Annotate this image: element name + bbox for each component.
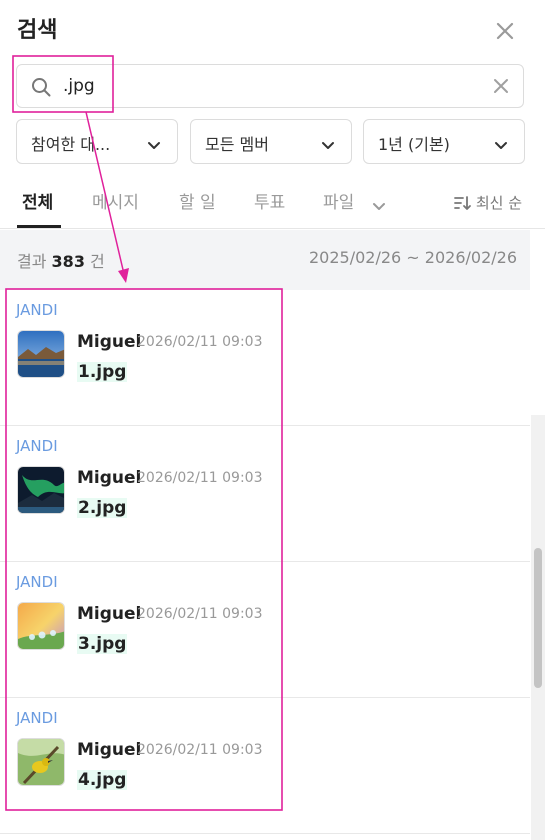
result-item[interactable]: JANDI Miguel 2026/02/11 09:03 4.jpg xyxy=(0,698,530,834)
timestamp: 2026/02/11 09:03 xyxy=(137,334,263,350)
result-item[interactable]: JANDI Miguel 2026/02/11 09:03 3.jpg xyxy=(0,562,530,698)
timestamp: 2026/02/11 09:03 xyxy=(137,470,263,486)
file-name[interactable]: 3.jpg xyxy=(77,634,128,654)
file-thumbnail[interactable] xyxy=(17,330,65,378)
search-icon xyxy=(31,77,51,101)
search-query[interactable]: .jpg xyxy=(63,76,95,96)
period-filter-label: 1년 (기본) xyxy=(378,135,450,154)
file-name[interactable]: 2.jpg xyxy=(77,498,128,518)
result-item[interactable]: JANDI Miguel 2026/02/11 09:03 1.jpg xyxy=(0,290,530,426)
page-title: 검색 xyxy=(17,18,58,43)
tab-all[interactable]: 전체 xyxy=(22,188,53,213)
member-filter-label: 모든 멤버 xyxy=(205,135,269,154)
timestamp: 2026/02/11 09:03 xyxy=(137,742,263,758)
team-name: JANDI xyxy=(16,709,58,727)
search-input[interactable]: .jpg xyxy=(16,64,524,108)
tab-files[interactable]: 파일 xyxy=(323,188,354,213)
tab-polls[interactable]: 투표 xyxy=(254,188,285,213)
sort-label: 최신 순 xyxy=(475,194,522,212)
chevron-down-icon xyxy=(321,136,335,155)
team-name: JANDI xyxy=(16,301,58,319)
active-tab-indicator xyxy=(17,225,61,228)
tab-messages[interactable]: 메시지 xyxy=(92,188,139,213)
file-name[interactable]: 1.jpg xyxy=(77,362,128,382)
sort-icon xyxy=(453,196,471,210)
search-header: 검색 xyxy=(0,0,545,60)
team-name: JANDI xyxy=(16,573,58,591)
author-name: Miguel xyxy=(77,740,142,760)
filter-bar: 참여한 대... 모든 멤버 1년 (기본) xyxy=(16,119,526,164)
result-summary: 결과 383 건 2025/02/26 ~ 2026/02/26 xyxy=(0,230,530,290)
clear-icon[interactable] xyxy=(491,76,511,100)
author-name: Miguel xyxy=(77,332,142,352)
file-thumbnail[interactable] xyxy=(17,602,65,650)
scrollbar[interactable] xyxy=(531,415,545,840)
tab-tasks[interactable]: 할 일 xyxy=(179,188,216,213)
result-count: 결과 383 건 xyxy=(17,252,105,271)
more-tabs-chevron-icon[interactable] xyxy=(372,197,386,216)
member-filter-dropdown[interactable]: 모든 멤버 xyxy=(190,119,352,164)
channel-filter-label: 참여한 대... xyxy=(31,135,111,154)
author-name: Miguel xyxy=(77,604,142,624)
sort-button[interactable]: 최신 순 xyxy=(453,192,522,213)
close-icon[interactable] xyxy=(490,16,520,46)
author-name: Miguel xyxy=(77,468,142,488)
date-range: 2025/02/26 ~ 2026/02/26 xyxy=(308,248,517,267)
chevron-down-icon xyxy=(494,136,508,155)
file-thumbnail[interactable] xyxy=(17,466,65,514)
scrollbar-thumb[interactable] xyxy=(534,548,542,688)
file-name[interactable]: 4.jpg xyxy=(77,770,128,790)
result-item[interactable]: JANDI Miguel 2026/02/11 09:03 2.jpg xyxy=(0,426,530,562)
chevron-down-icon xyxy=(147,136,161,155)
channel-filter-dropdown[interactable]: 참여한 대... xyxy=(16,119,178,164)
period-filter-dropdown[interactable]: 1년 (기본) xyxy=(363,119,525,164)
result-tabs: 전체 메시지 할 일 투표 파일 최신 순 xyxy=(0,180,545,229)
file-thumbnail[interactable] xyxy=(17,738,65,786)
timestamp: 2026/02/11 09:03 xyxy=(137,606,263,622)
team-name: JANDI xyxy=(16,437,58,455)
result-list: JANDI Miguel 2026/02/11 09:03 1.jpg JAND… xyxy=(0,290,530,840)
